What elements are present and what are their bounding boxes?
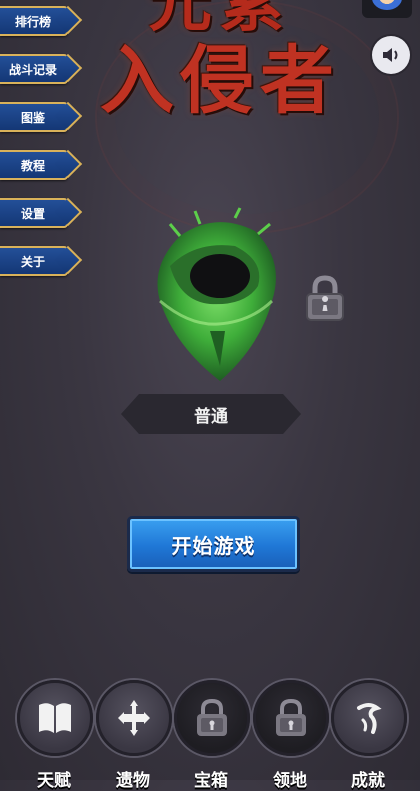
menu-label: 教程 — [20, 158, 45, 173]
nav-achievement-button[interactable] — [331, 680, 407, 756]
menu-battle-log-button[interactable]: 战斗记录 — [0, 54, 68, 84]
nav-territory-button[interactable] — [253, 680, 329, 756]
nav-label: 天赋 — [37, 771, 71, 791]
speaker-icon — [383, 48, 398, 62]
side-menu: 排行榜 战斗记录 图鉴 教程 设置 关于 — [0, 6, 68, 294]
menu-codex-button[interactable]: 图鉴 — [0, 102, 68, 132]
menu-about-button[interactable]: 关于 — [0, 246, 68, 276]
game-title-line2: 入侵者 — [100, 38, 340, 124]
cross-relic-icon — [118, 700, 150, 736]
nav-achievement[interactable]: 成就 — [331, 680, 407, 791]
nav-chest[interactable]: 宝箱 — [174, 680, 250, 791]
menu-label: 排行榜 — [14, 14, 51, 29]
nav-relic-button[interactable] — [96, 680, 172, 756]
lock-icon — [276, 698, 306, 736]
nav-talent[interactable]: 天赋 — [17, 680, 93, 791]
menu-label: 战斗记录 — [8, 62, 57, 77]
menu-settings-button[interactable]: 设置 — [0, 198, 68, 228]
menu-label: 关于 — [20, 254, 45, 269]
menu-label: 图鉴 — [20, 110, 45, 125]
nav-talent-button[interactable] — [17, 680, 93, 756]
menu-tutorial-button[interactable]: 教程 — [0, 150, 68, 180]
nav-label: 成就 — [351, 771, 385, 791]
difficulty-selector[interactable]: 普通 — [121, 394, 301, 434]
lock-icon — [197, 698, 227, 736]
game-title: 元素 入侵者 — [70, 0, 370, 118]
menu-leaderboard-button[interactable]: 排行榜 — [0, 6, 68, 36]
nav-territory[interactable]: 领地 — [253, 680, 329, 791]
sound-toggle-button[interactable] — [372, 36, 410, 74]
portal-icon[interactable] — [140, 206, 290, 386]
achievement-icon — [357, 703, 382, 734]
nav-label: 宝箱 — [194, 771, 228, 791]
nav-label: 领地 — [273, 771, 307, 791]
avatar[interactable] — [362, 0, 412, 18]
nav-relic[interactable]: 遗物 — [96, 680, 172, 791]
book-icon — [39, 703, 71, 733]
game-title-line1: 元素 — [148, 0, 292, 41]
locked-level-lock-icon[interactable] — [304, 274, 346, 324]
bottom-nav: 天赋 遗物 宝箱 领地 成就 — [0, 680, 420, 791]
nav-label: 遗物 — [116, 771, 150, 791]
nav-chest-button[interactable] — [174, 680, 250, 756]
start-game-button[interactable]: 开始游戏 — [127, 516, 300, 572]
menu-label: 设置 — [20, 206, 45, 221]
